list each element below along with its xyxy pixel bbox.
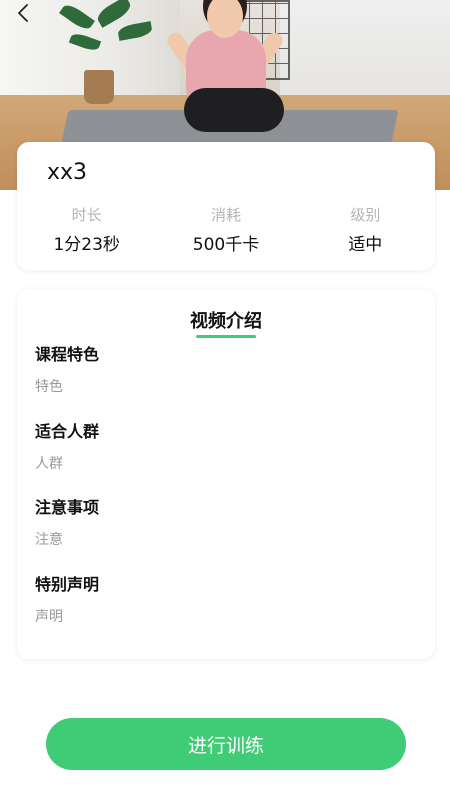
course-title: xx3 — [47, 160, 88, 185]
stat-duration: 时长 1分23秒 — [17, 204, 156, 255]
back-button[interactable] — [10, 0, 36, 26]
tab-active-indicator — [196, 335, 256, 338]
stat-level: 级别 适中 — [296, 204, 435, 255]
start-training-button[interactable]: 进行训练 — [46, 718, 406, 770]
tab-video-intro[interactable]: 视频介绍 — [17, 307, 435, 333]
section-heading-disclaimer: 特别声明 — [35, 575, 100, 594]
stat-label: 级别 — [350, 206, 381, 224]
stat-value: 500千卡 — [192, 235, 260, 255]
section-body-audience: 人群 — [35, 456, 63, 472]
section-body-features: 特色 — [35, 379, 63, 395]
plant-pot — [84, 70, 114, 104]
course-stats: 时长 1分23秒 消耗 500千卡 级别 适中 — [17, 204, 435, 255]
back-arrow-icon — [16, 4, 30, 22]
course-info-card: xx3 时长 1分23秒 消耗 500千卡 级别 适中 — [17, 142, 435, 270]
stat-value: 适中 — [348, 235, 383, 255]
section-body-disclaimer: 声明 — [35, 609, 63, 625]
section-heading-features: 课程特色 — [35, 345, 100, 364]
section-heading-audience: 适合人群 — [35, 422, 100, 441]
stat-label: 消耗 — [210, 206, 241, 224]
person-legs — [184, 88, 284, 132]
video-intro-card: 视频介绍 课程特色 特色 适合人群 人群 注意事项 注意 特别声明 声明 — [17, 289, 435, 659]
stat-label: 时长 — [71, 206, 102, 224]
course-detail-page: xx3 时长 1分23秒 消耗 500千卡 级别 适中 视频介绍 课程特色 特色… — [0, 0, 450, 800]
section-body-notes: 注意 — [35, 532, 63, 548]
section-heading-notes: 注意事项 — [35, 498, 100, 517]
stat-value: 1分23秒 — [53, 235, 120, 255]
stat-calories: 消耗 500千卡 — [156, 204, 295, 255]
